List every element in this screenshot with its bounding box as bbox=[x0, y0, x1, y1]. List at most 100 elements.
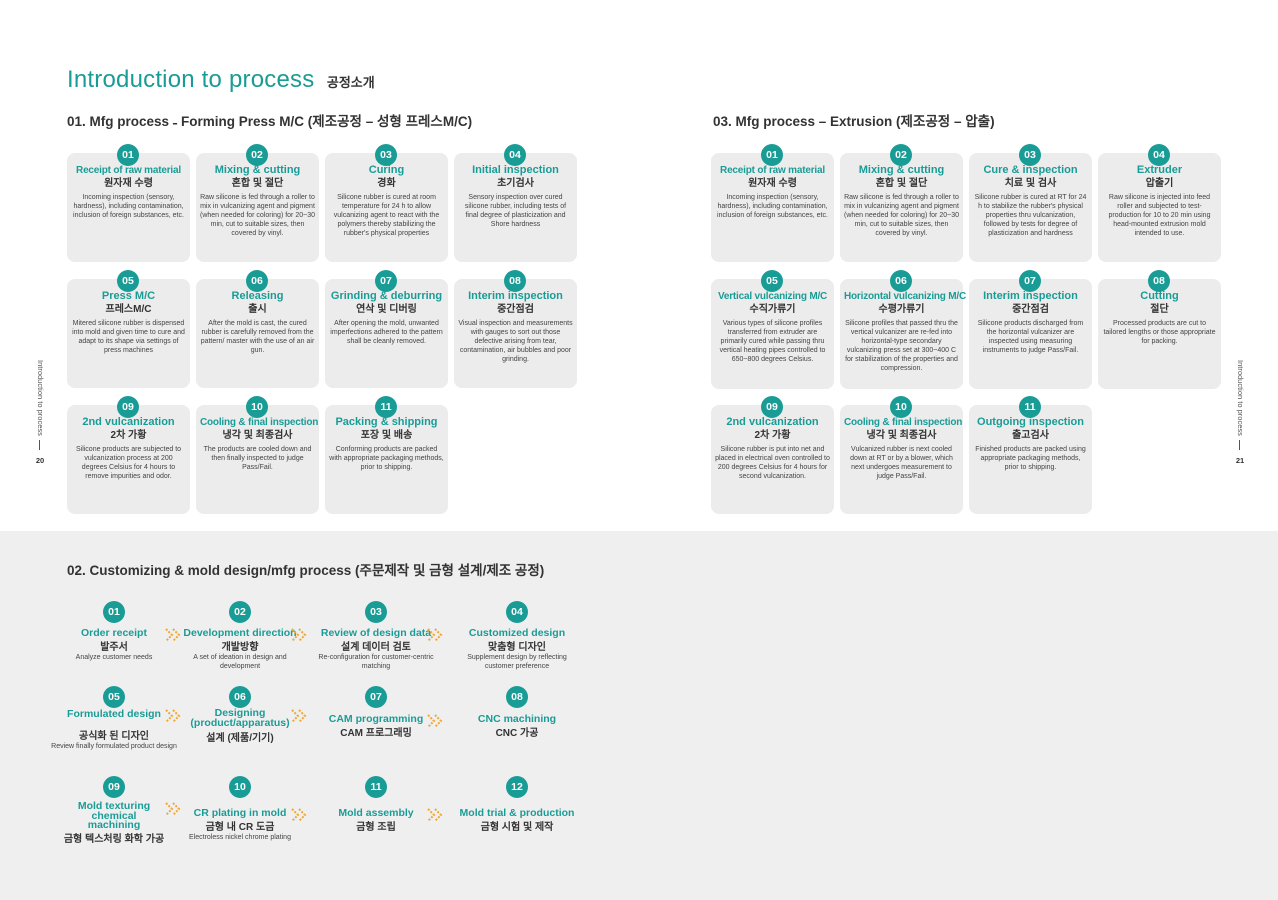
step-description: Silicone products discharged from the ho… bbox=[977, 320, 1084, 354]
custom-process-step: Mold texturing chemical machining 금형 텍스처링… bbox=[50, 800, 178, 846]
side-label: Introduction to process bbox=[36, 360, 45, 436]
step-title-en: Customized design bbox=[468, 627, 566, 639]
step-description: Raw silicone is injected into feed rolle… bbox=[1108, 194, 1211, 237]
step-title-ko: 출시 bbox=[248, 304, 267, 315]
step-title-ko: 프레스M/C bbox=[105, 304, 152, 315]
process-step-card: Interim inspection 중간점검 Visual inspection … bbox=[454, 279, 577, 388]
step-description: After the mold is cast, the cured rubber… bbox=[200, 320, 315, 354]
step-number-badge: 02 bbox=[246, 144, 268, 166]
step-title-ko: 초기검사 bbox=[497, 178, 534, 189]
page-title: Introduction to process 공정소개 bbox=[67, 66, 375, 94]
step-number-badge: 07 bbox=[365, 686, 387, 708]
process-step-card: Cutting 절단 Processed products are cut to t… bbox=[1098, 279, 1221, 389]
step-number-badge: 02 bbox=[890, 144, 912, 166]
process-step-card: Extruder 압출기 Raw silicone is injected into… bbox=[1098, 153, 1221, 262]
custom-process-step: Formulated design 공식화 된 디자인 Review finally… bbox=[50, 709, 178, 752]
step-description: Raw silicone is fed through a roller to … bbox=[844, 194, 959, 237]
process-step-card: Grinding & deburring 연삭 및 디버링 After openin… bbox=[325, 279, 448, 388]
custom-process-step: CAM programming CAM 프로그래밍 bbox=[312, 714, 440, 740]
step-title-en: Designing (product/apparatus) bbox=[190, 707, 290, 729]
step-description: Supplement design by reflecting customer… bbox=[467, 654, 567, 670]
step-title-en: Formulated design bbox=[67, 708, 161, 720]
step-title-ko: 설계 데이터 검토 bbox=[341, 642, 411, 653]
step-title-ko: 공식화 된 디자인 bbox=[79, 731, 149, 742]
step-title-ko: 중간점검 bbox=[1012, 304, 1049, 315]
step-number-badge: 04 bbox=[1148, 144, 1170, 166]
double-chevron-right-icon bbox=[291, 808, 307, 822]
custom-process-step: Order receipt 발주서 Analyze customer needs bbox=[50, 628, 178, 663]
step-title-ko: 압출기 bbox=[1145, 178, 1174, 189]
step-number-badge: 11 bbox=[375, 396, 397, 418]
custom-process-step: Customized design 맞춤형 디자인 Supplement desig… bbox=[453, 628, 581, 671]
process-step-card: Outgoing inspection 출고검사 Finished products… bbox=[969, 405, 1092, 514]
step-title-en: Development direction bbox=[183, 627, 297, 639]
step-title-ko: 연삭 및 디버링 bbox=[356, 304, 417, 315]
double-chevron-right-icon bbox=[291, 628, 307, 642]
step-description: After opening the mold, unwanted imperfe… bbox=[330, 320, 443, 345]
step-title-ko: 원자재 수령 bbox=[104, 178, 153, 189]
side-divider bbox=[1239, 440, 1240, 450]
step-description: Incoming inspection (sensory, hardness),… bbox=[73, 194, 184, 219]
page-number-right: 21 bbox=[1235, 456, 1245, 465]
custom-process-step: Review of design data 설계 데이터 검토 Re-configu… bbox=[312, 628, 440, 671]
process-step-card: Cooling & final inspection 냉각 및 최종검사 The p… bbox=[196, 405, 319, 514]
step-number-badge: 04 bbox=[506, 601, 528, 623]
step-number-badge: 08 bbox=[504, 270, 526, 292]
step-description: A set of ideation in design and developm… bbox=[193, 654, 287, 670]
step-title-ko: 포장 및 배송 bbox=[360, 430, 413, 441]
step-title-en: Order receipt bbox=[81, 627, 147, 639]
step-title-ko: 절단 bbox=[1150, 304, 1169, 315]
process-step-card: Horizontal vulcanizing M/C 수평가류기 Silicone … bbox=[840, 279, 966, 389]
side-tab-left: Introduction to process 20 bbox=[33, 360, 47, 466]
step-title-ko: 중간점검 bbox=[497, 304, 534, 315]
step-number-badge: 09 bbox=[103, 776, 125, 798]
double-chevron-right-icon bbox=[427, 714, 443, 728]
step-title-en: Mold texturing chemical machining bbox=[77, 800, 151, 831]
step-title-ko: 출고검사 bbox=[1012, 430, 1049, 441]
step-title-ko: 개발방향 bbox=[221, 642, 259, 653]
step-title-ko: 금형 조립 bbox=[356, 822, 396, 833]
step-description: Analyze customer needs bbox=[75, 654, 153, 661]
step-title-en: CNC machining bbox=[477, 713, 557, 725]
step-title-ko: 수직가류기 bbox=[749, 304, 796, 315]
step-description: Conforming products are packed with appr… bbox=[329, 446, 444, 471]
step-number-badge: 05 bbox=[117, 270, 139, 292]
step-title-ko: 2차 가황 bbox=[110, 430, 147, 441]
step-title-en: Mold assembly bbox=[338, 807, 414, 819]
page-number-left: 20 bbox=[35, 456, 45, 465]
step-title-ko: CAM 프로그래밍 bbox=[340, 728, 412, 739]
step-title-en: Review of design data bbox=[320, 627, 432, 639]
step-description: Raw silicone is fed through a roller to … bbox=[200, 194, 315, 237]
process-step-card: 2nd vulcanization 2차 가황 Silicone products … bbox=[67, 405, 190, 514]
step-number-badge: 03 bbox=[365, 601, 387, 623]
step-description: Visual inspection and measurements with … bbox=[458, 320, 573, 363]
custom-process-step: Mold assembly 금형 조립 bbox=[312, 808, 440, 834]
process-step-card: Receipt of raw material 원자재 수령 Incoming in… bbox=[711, 153, 834, 262]
custom-process-step: Mold trial & production 금형 시험 및 제작 bbox=[453, 808, 581, 834]
step-number-badge: 07 bbox=[1019, 270, 1041, 292]
step-title-ko: 혼합 및 절단 bbox=[231, 178, 284, 189]
step-number-badge: 07 bbox=[375, 270, 397, 292]
process-step-card: Releasing 출시 After the mold is cast, the c… bbox=[196, 279, 319, 388]
step-description: Vulcanized rubber is next cooled down at… bbox=[850, 446, 953, 480]
page-title-en: Introduction to process bbox=[67, 66, 315, 93]
step-number-badge: 04 bbox=[504, 144, 526, 166]
step-number-badge: 06 bbox=[890, 270, 912, 292]
step-description: Incoming inspection (sensory, hardness),… bbox=[717, 194, 828, 219]
double-chevron-right-icon bbox=[291, 709, 307, 723]
side-divider bbox=[39, 440, 40, 450]
step-title-ko: 2차 가황 bbox=[754, 430, 791, 441]
step-number-badge: 10 bbox=[229, 776, 251, 798]
step-number-badge: 01 bbox=[103, 601, 125, 623]
step-number-badge: 06 bbox=[246, 270, 268, 292]
process-step-card: Curing 경화 Silicone rubber is cured at room… bbox=[325, 153, 448, 262]
step-description: Finished products are packed using appro… bbox=[975, 446, 1086, 471]
custom-process-step: CR plating in mold 금형 내 CR 도금 Electroless … bbox=[176, 808, 304, 843]
step-title-ko: 맞춤형 디자인 bbox=[488, 642, 546, 653]
step-description: Silicone products are subjected to vulca… bbox=[75, 446, 182, 480]
step-number-badge: 05 bbox=[761, 270, 783, 292]
step-description: Sensory inspection over cured silicone r… bbox=[464, 194, 567, 228]
step-number-badge: 01 bbox=[761, 144, 783, 166]
custom-process-step: Designing (product/apparatus) 설계 (제품/기기) bbox=[176, 707, 304, 745]
process-step-card: Cooling & final inspection 냉각 및 최종검사 Vulca… bbox=[840, 405, 963, 514]
